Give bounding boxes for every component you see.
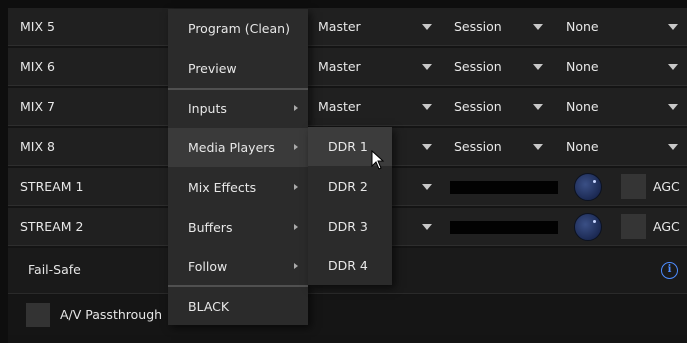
volume-knob[interactable] <box>574 173 602 201</box>
chevron-down-icon[interactable] <box>422 144 432 150</box>
chevron-down-icon[interactable] <box>668 64 678 70</box>
chevron-down-icon[interactable] <box>668 144 678 150</box>
agc-label: AGC <box>653 179 680 194</box>
row-label: MIX 8 <box>20 139 55 154</box>
chevron-down-icon[interactable] <box>668 24 678 30</box>
chevron-right-icon <box>294 105 298 111</box>
chevron-down-icon[interactable] <box>533 24 543 30</box>
submenu-item-ddr2[interactable]: DDR 2 <box>308 167 392 206</box>
agc-checkbox[interactable] <box>621 174 646 199</box>
menu-item-label: Mix Effects <box>188 180 257 195</box>
passthrough-checkbox[interactable] <box>26 303 50 327</box>
passthrough-label: A/V Passthrough <box>60 307 163 322</box>
submenu-item-label: DDR 2 <box>328 179 368 194</box>
channel-dropdown[interactable]: Master <box>318 88 361 126</box>
mix-row: MIX 5 Master Session None <box>8 8 687 46</box>
row-label: MIX 6 <box>20 59 55 74</box>
chevron-down-icon[interactable] <box>422 104 432 110</box>
chevron-down-icon[interactable] <box>668 104 678 110</box>
agc-label: AGC <box>653 219 680 234</box>
menu-item-black[interactable]: BLACK <box>168 287 308 326</box>
channel-dropdown[interactable]: Master <box>318 48 361 86</box>
audio-meter <box>450 181 558 194</box>
submenu-item-ddr3[interactable]: DDR 3 <box>308 207 392 246</box>
row-label: STREAM 2 <box>20 219 84 234</box>
chevron-right-icon <box>294 263 298 269</box>
none-dropdown[interactable]: None <box>566 88 599 126</box>
menu-item-label: BLACK <box>188 299 230 314</box>
submenu-item-label: DDR 4 <box>328 258 368 273</box>
session-dropdown[interactable]: Session <box>454 128 502 166</box>
chevron-right-icon <box>294 144 298 150</box>
menu-item-mix-effects[interactable]: Mix Effects <box>168 168 308 207</box>
chevron-down-icon[interactable] <box>422 224 432 230</box>
volume-knob[interactable] <box>574 213 602 241</box>
none-dropdown[interactable]: None <box>566 8 599 46</box>
info-icon[interactable]: i <box>661 262 678 279</box>
chevron-down-icon[interactable] <box>533 144 543 150</box>
mix-row: MIX 7 Master Session None <box>8 88 687 126</box>
agc-checkbox[interactable] <box>621 214 646 239</box>
menu-item-label: Program (Clean) <box>188 21 290 36</box>
menu-item-program-clean[interactable]: Program (Clean) <box>168 9 308 48</box>
session-dropdown[interactable]: Session <box>454 48 502 86</box>
submenu-item-label: DDR 3 <box>328 219 368 234</box>
chevron-down-icon[interactable] <box>422 184 432 190</box>
menu-item-inputs[interactable]: Inputs <box>168 89 308 128</box>
row-label: MIX 7 <box>20 99 55 114</box>
chevron-down-icon[interactable] <box>533 104 543 110</box>
session-dropdown[interactable]: Session <box>454 88 502 126</box>
submenu-item-ddr4[interactable]: DDR 4 <box>308 246 392 285</box>
session-dropdown[interactable]: Session <box>454 8 502 46</box>
chevron-right-icon <box>294 224 298 230</box>
none-dropdown[interactable]: None <box>566 128 599 166</box>
none-dropdown[interactable]: None <box>566 48 599 86</box>
row-label: MIX 5 <box>20 19 55 34</box>
passthrough-row: A/V Passthrough <box>8 295 687 335</box>
menu-item-label: Follow <box>188 259 228 274</box>
menu-item-label: Preview <box>188 61 237 76</box>
chevron-down-icon[interactable] <box>422 24 432 30</box>
menu-item-follow[interactable]: Follow <box>168 247 308 286</box>
audio-meter <box>450 221 558 234</box>
mouse-cursor-icon <box>371 150 385 170</box>
chevron-right-icon <box>294 184 298 190</box>
chevron-down-icon[interactable] <box>533 64 543 70</box>
mix-row: MIX 6 Master Session None <box>8 48 687 86</box>
channel-dropdown[interactable]: Master <box>318 8 361 46</box>
menu-item-label: Buffers <box>188 220 233 235</box>
menu-item-label: Inputs <box>188 101 227 116</box>
source-menu: Program (Clean) Preview Inputs Media Pla… <box>168 9 308 325</box>
menu-item-buffers[interactable]: Buffers <box>168 208 308 247</box>
row-label: STREAM 1 <box>20 179 84 194</box>
menu-item-preview[interactable]: Preview <box>168 49 308 88</box>
failsafe-label: Fail-Safe <box>28 262 81 277</box>
menu-item-label: Media Players <box>188 140 275 155</box>
chevron-down-icon[interactable] <box>422 64 432 70</box>
menu-item-media-players[interactable]: Media Players <box>168 128 308 167</box>
submenu-item-label: DDR 1 <box>328 139 368 154</box>
